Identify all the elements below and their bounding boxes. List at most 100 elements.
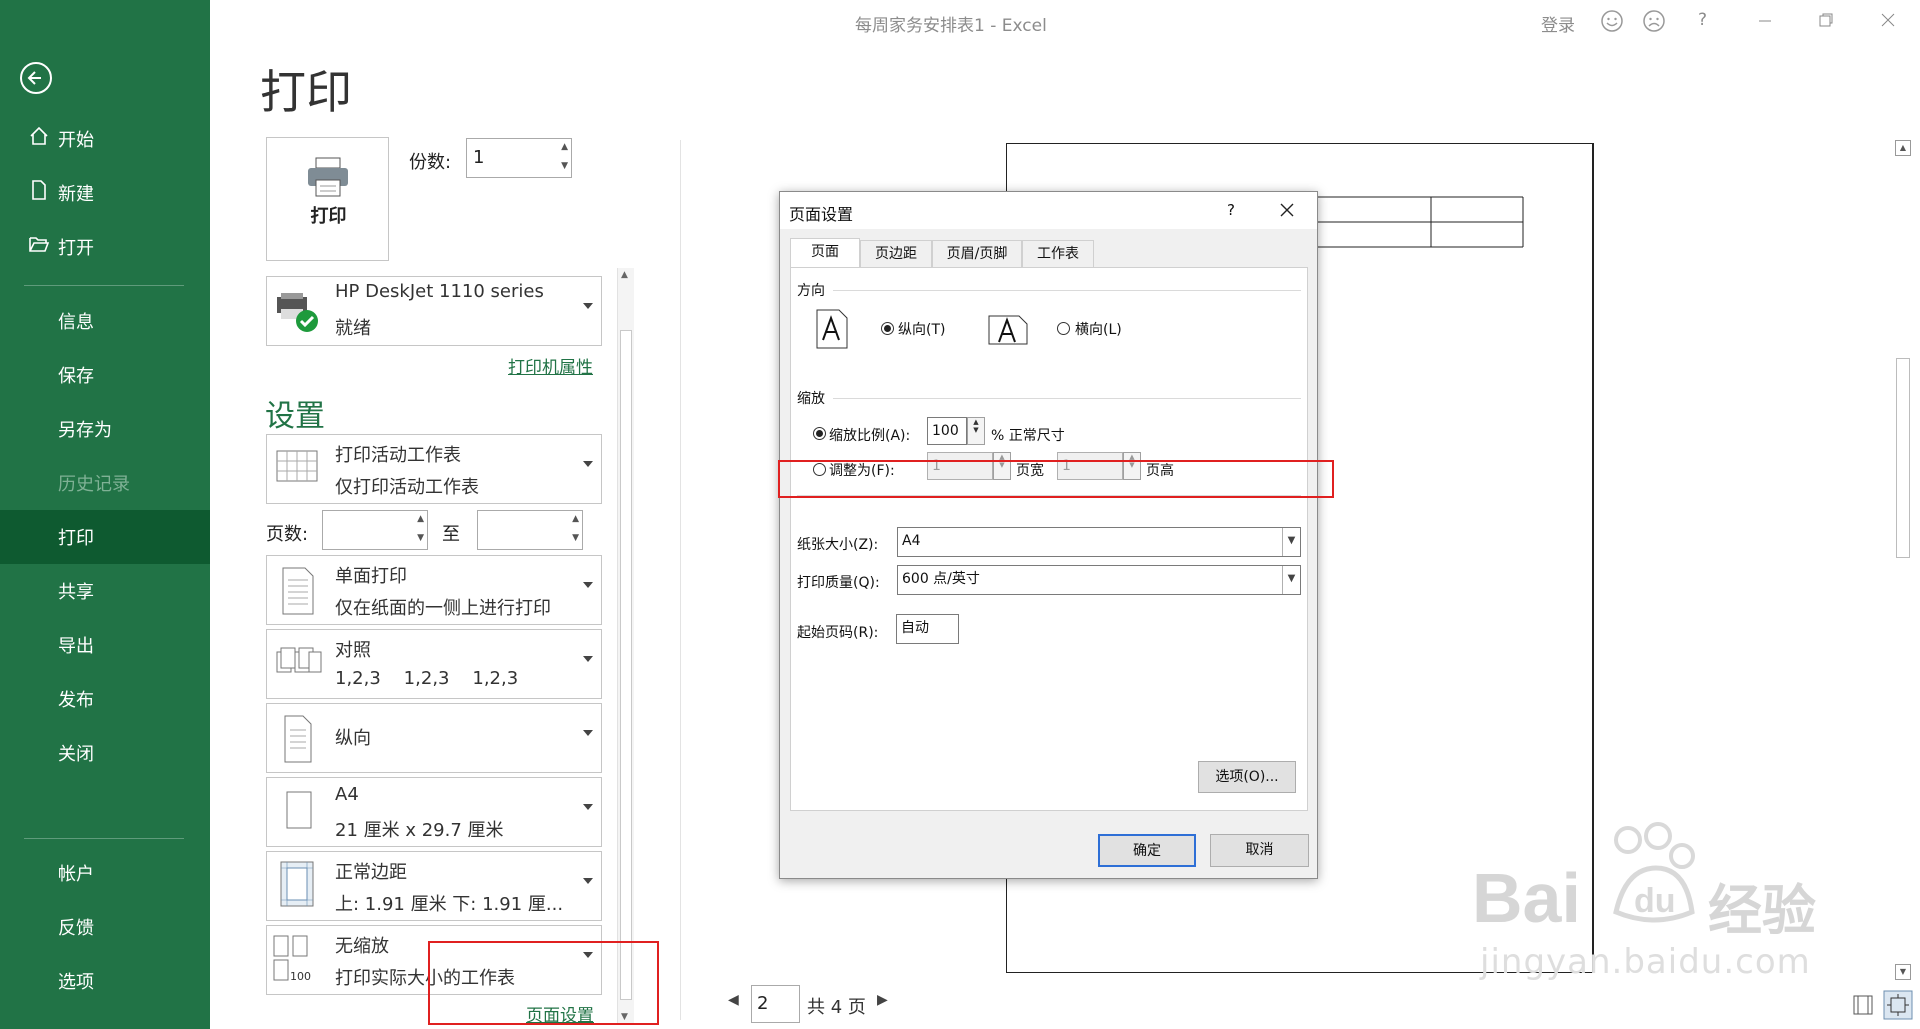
spin-down-icon[interactable]: ▼ <box>561 161 568 171</box>
scroll-up-icon[interactable]: ▲ <box>1895 140 1911 156</box>
watermark-url: jingyan.baidu.com <box>1480 942 1811 982</box>
sidebar-item-label: 信息 <box>58 312 94 333</box>
ok-button[interactable]: 确定 <box>1098 834 1196 867</box>
print-quality-dropdown[interactable]: 600 点/英寸 ▼ <box>897 565 1301 595</box>
sidebar-item-label: 发布 <box>58 690 94 711</box>
tab-label: 页面 <box>811 244 839 260</box>
sidebar-item-new[interactable]: 新建 <box>0 166 210 220</box>
highlight-box <box>428 941 659 1025</box>
frown-feedback-icon[interactable] <box>1642 9 1666 33</box>
scaling-label: 缩放 <box>797 391 825 407</box>
tab-margins[interactable]: 页边距 <box>860 240 932 268</box>
first-page-input[interactable]: 自动 <box>896 614 959 644</box>
folder-open-icon <box>20 233 58 261</box>
printer-properties-link[interactable]: 打印机属性 <box>508 353 593 378</box>
restore-icon[interactable] <box>1818 12 1834 28</box>
close-window-icon[interactable] <box>1880 12 1896 28</box>
spin-up-icon[interactable]: ▲ <box>968 418 984 426</box>
sidebar-item-print[interactable]: 打印 <box>0 510 210 564</box>
tab-sheet[interactable]: 工作表 <box>1022 240 1094 268</box>
margins-select[interactable]: 正常边距 上: 1.91 厘米 下: 1.91 厘... <box>266 851 602 921</box>
watermark-brand-cn: 经验 <box>1708 879 1816 942</box>
printer-ready-icon <box>277 293 318 332</box>
paper-size-select[interactable]: A4 21 厘米 x 29.7 厘米 <box>266 777 602 847</box>
page-number-input[interactable]: 2 <box>751 985 800 1023</box>
signin-link[interactable]: 登录 <box>1541 11 1575 36</box>
sidebar-item-label: 关闭 <box>58 744 94 765</box>
sidebar-item-options[interactable]: 选项 <box>0 954 210 1008</box>
settings-scrollbar[interactable]: ▲ ▼ <box>617 268 634 1024</box>
print-what-select[interactable]: 打印活动工作表 仅打印活动工作表 <box>266 434 602 504</box>
setting-line1: 无缩放 <box>335 936 389 957</box>
next-page-icon[interactable]: ▶ <box>877 992 888 1008</box>
paw-logo-icon: du <box>1613 822 1695 923</box>
sidebar-item-label: 打开 <box>58 238 94 259</box>
sidebar-item-save-as[interactable]: 另存为 <box>0 402 210 456</box>
sidebar-item-label: 保存 <box>58 366 94 387</box>
excel-backstage-print-view: 开始 新建 打开 信息 保存 另存为 历史记录 打印 共享 导出 发布 关闭 帐… <box>0 0 1920 1029</box>
sidebar-item-home[interactable]: 开始 <box>0 112 210 166</box>
sidebar-item-feedback[interactable]: 反馈 <box>0 900 210 954</box>
spin-down-icon[interactable]: ▼ <box>417 533 424 543</box>
back-button[interactable] <box>20 62 52 94</box>
scroll-down-icon[interactable]: ▼ <box>1895 964 1911 980</box>
dialog-help-button[interactable]: ? <box>1227 201 1235 219</box>
copies-input[interactable]: 1 ▲ ▼ <box>466 138 572 178</box>
sidebar-item-label: 反馈 <box>58 918 94 939</box>
sidebar-divider <box>24 285 184 286</box>
sidebar-item-save[interactable]: 保存 <box>0 348 210 402</box>
orientation-select[interactable]: 纵向 <box>266 703 602 773</box>
sidebar-item-info[interactable]: 信息 <box>0 294 210 348</box>
sidebar-item-publish[interactable]: 发布 <box>0 672 210 726</box>
zoom-to-page-icon[interactable] <box>1883 990 1913 1020</box>
tab-page[interactable]: 页面 <box>790 238 860 268</box>
sidebar-item-account[interactable]: 帐户 <box>0 846 210 900</box>
print-button[interactable]: 打印 <box>266 137 389 261</box>
scale-icon-text: 100 <box>290 970 311 983</box>
paper-size-label: 纸张大小(Z): <box>797 537 879 553</box>
spin-up-icon[interactable]: ▲ <box>417 514 424 524</box>
portrait-radio[interactable] <box>881 322 894 335</box>
spin-down-icon[interactable]: ▼ <box>968 426 984 434</box>
preview-scrollbar[interactable]: ▲ ▼ <box>1893 140 1913 980</box>
spin-down-icon[interactable]: ▼ <box>572 533 579 543</box>
spin-up-icon[interactable]: ▲ <box>572 514 579 524</box>
back-arrow-icon <box>27 71 41 85</box>
printer-icon <box>308 157 348 197</box>
pages-from-input[interactable]: ▲ ▼ <box>322 510 428 550</box>
options-button[interactable]: 选项(O)... <box>1198 761 1296 793</box>
smile-feedback-icon[interactable] <box>1600 9 1624 33</box>
show-margins-icon[interactable] <box>1852 994 1874 1016</box>
pages-to-label: 至 <box>442 524 460 545</box>
printer-select[interactable]: HP DeskJet 1110 series 就绪 <box>266 276 602 346</box>
scale-spinner[interactable]: ▲ ▼ <box>967 417 985 445</box>
sidebar-item-share[interactable]: 共享 <box>0 564 210 618</box>
scroll-up-icon[interactable]: ▲ <box>621 270 628 280</box>
setting-line1: 正常边距 <box>335 862 407 883</box>
collated-icon <box>276 647 322 673</box>
sidebar-item-close[interactable]: 关闭 <box>0 726 210 780</box>
scrollbar-thumb[interactable] <box>1896 358 1910 558</box>
tab-label: 页边距 <box>875 246 917 262</box>
adjust-to-radio[interactable] <box>813 427 826 440</box>
chevron-down-icon: ▼ <box>1282 528 1300 556</box>
sheet-grid-icon <box>276 450 318 482</box>
help-button[interactable]: ? <box>1698 10 1707 30</box>
pages-to-input[interactable]: ▲ ▼ <box>477 510 583 550</box>
tab-header-footer[interactable]: 页眉/页脚 <box>932 240 1022 268</box>
collate-select[interactable]: 对照 1,2,3 1,2,3 1,2,3 <box>266 629 602 699</box>
sidebar-item-export[interactable]: 导出 <box>0 618 210 672</box>
cancel-button[interactable]: 取消 <box>1210 834 1309 867</box>
previous-page-icon[interactable]: ◀ <box>728 992 739 1008</box>
landscape-radio[interactable] <box>1057 322 1070 335</box>
minimize-icon[interactable] <box>1757 12 1773 28</box>
scale-percent-input[interactable]: 100 <box>927 417 967 445</box>
sidebar-item-open[interactable]: 打开 <box>0 220 210 274</box>
close-icon[interactable] <box>1280 203 1294 217</box>
spin-up-icon[interactable]: ▲ <box>561 142 568 152</box>
paper-size-dropdown[interactable]: A4 ▼ <box>897 527 1301 557</box>
print-quality-value: 600 点/英寸 <box>902 571 980 587</box>
sides-select[interactable]: 单面打印 仅在纸面的一侧上进行打印 <box>266 555 602 625</box>
printer-status: 就绪 <box>335 318 371 339</box>
scrollbar-thumb[interactable] <box>620 330 632 1000</box>
